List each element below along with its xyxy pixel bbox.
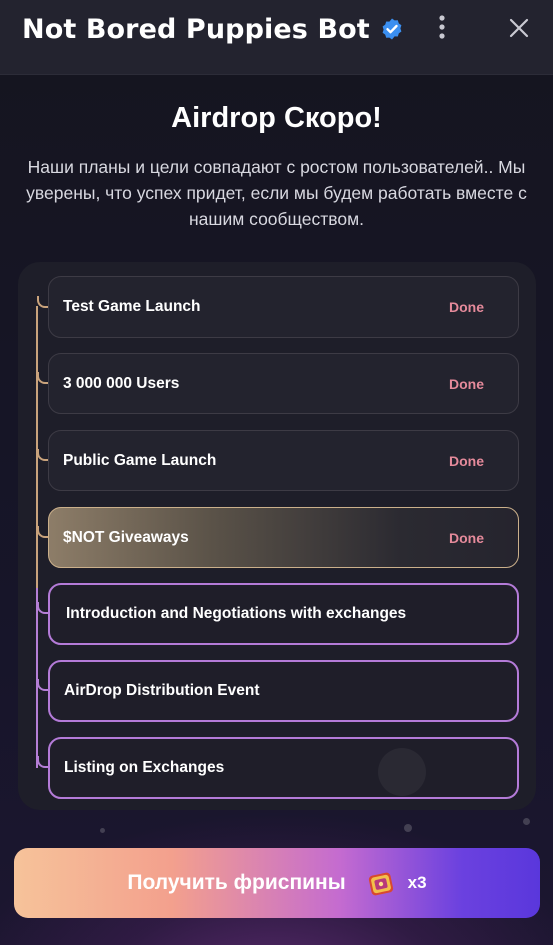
step-label: $NOT Giveaways <box>63 528 189 546</box>
header-bar: Not Bored Puppies Bot <box>0 0 553 75</box>
step-label: Test Game Launch <box>63 298 201 315</box>
roadmap-step-public-game-launch: Public Game Launch Done <box>48 430 519 491</box>
title-row: Not Bored Puppies Bot <box>22 12 404 46</box>
step-label: 3 000 000 Users <box>63 374 180 392</box>
roadmap-line-future <box>36 588 38 768</box>
more-vertical-icon[interactable] <box>430 14 454 42</box>
background-sparkle <box>100 828 105 833</box>
background-sparkle <box>523 818 530 825</box>
background-sparkle <box>404 824 412 832</box>
step-label: Listing on Exchanges <box>64 759 225 776</box>
page-description: Наши планы и цели совпадают с ростом пол… <box>26 157 527 229</box>
roadmap-step-listing-exchanges: Listing on Exchanges <box>48 737 519 799</box>
page-headline: Airdrop Скоро! <box>171 102 382 134</box>
step-status: Done <box>449 375 484 392</box>
roadmap-step-not-giveaways: $NOT Giveaways Done <box>48 507 519 568</box>
roadmap-step-users: 3 000 000 Users Done <box>48 353 519 414</box>
roadmap-step-exchange-negotiations: Introduction and Negotiations with excha… <box>48 583 519 645</box>
background-sparkle <box>378 748 426 796</box>
step-status: Done <box>449 299 484 315</box>
step-label: AirDrop Distribution Event <box>64 682 260 699</box>
step-label: Introduction and Negotiations with excha… <box>66 605 407 622</box>
cta-count: x3 <box>407 873 427 892</box>
roadmap-step-test-game-launch: Test Game Launch Done <box>48 276 519 338</box>
get-freespins-button[interactable]: Получить фриспины x3 <box>14 848 540 918</box>
treasure-chest-icon <box>366 868 396 898</box>
app-title: Not Bored Puppies Bot <box>22 13 370 45</box>
step-label: Public Game Launch <box>63 451 217 469</box>
cta-label: Получить фриспины <box>127 871 346 894</box>
close-icon[interactable] <box>507 16 531 40</box>
verified-badge-icon <box>380 17 404 41</box>
roadmap-step-airdrop-distribution: AirDrop Distribution Event <box>48 660 519 722</box>
step-status: Done <box>449 529 484 546</box>
step-status: Done <box>449 452 484 469</box>
